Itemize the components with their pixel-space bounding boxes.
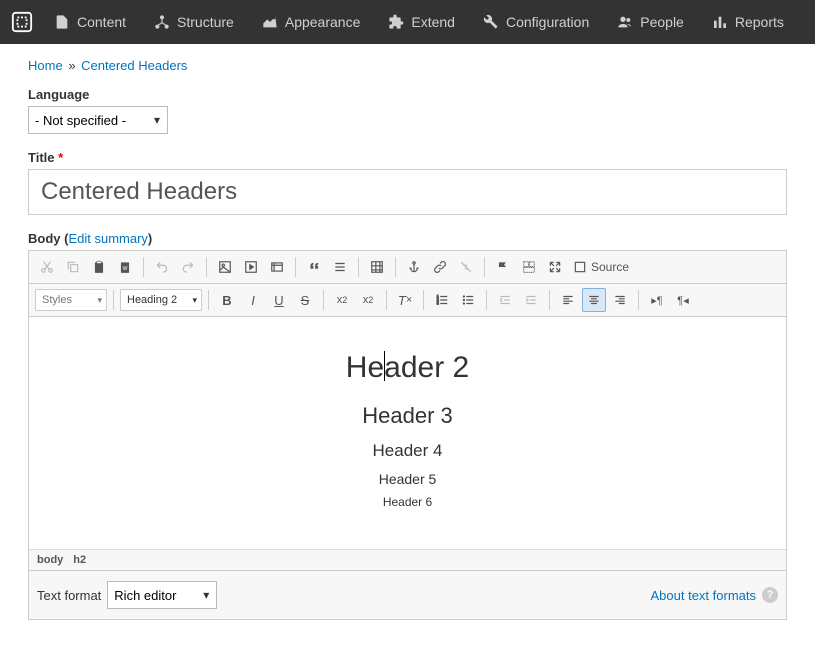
nav-extend[interactable]: Extend — [374, 0, 469, 44]
nav-configuration[interactable]: Configuration — [469, 0, 603, 44]
nav-label: Configuration — [506, 14, 589, 30]
hr-icon[interactable] — [328, 255, 352, 279]
breadcrumb: Home » Centered Headers — [28, 58, 787, 73]
body-field: Body (Edit summary) W — [28, 231, 787, 620]
paste-word-icon[interactable]: W — [113, 255, 137, 279]
path-body[interactable]: body — [37, 554, 63, 566]
help-icon[interactable]: ? — [762, 587, 778, 603]
nav-appearance[interactable]: Appearance — [248, 0, 375, 44]
nav-label: Reports — [735, 14, 784, 30]
svg-text:3: 3 — [437, 302, 439, 306]
strike-icon[interactable]: S — [293, 288, 317, 312]
title-label: Title * — [28, 150, 787, 165]
language-label: Language — [28, 87, 787, 102]
media-icon[interactable] — [265, 255, 289, 279]
italic-icon[interactable]: I — [241, 288, 265, 312]
align-center-icon[interactable] — [582, 288, 606, 312]
blockquote-icon[interactable] — [302, 255, 326, 279]
edit-summary-link[interactable]: Edit summary — [68, 231, 147, 246]
language-select[interactable]: - Not specified - — [28, 106, 168, 134]
nav-label: People — [640, 14, 684, 30]
paste-icon[interactable] — [87, 255, 111, 279]
nav-label: Extend — [411, 14, 455, 30]
heading-6[interactable]: Header 6 — [49, 495, 766, 509]
heading-3[interactable]: Header 3 — [49, 403, 766, 429]
rtl-icon[interactable]: ¶◂ — [671, 288, 695, 312]
nav-structure[interactable]: Structure — [140, 0, 248, 44]
editor-element-path: body h2 — [29, 549, 786, 570]
maximize-icon[interactable] — [543, 255, 567, 279]
align-right-icon[interactable] — [608, 288, 632, 312]
breadcrumb-sep: » — [68, 58, 75, 73]
nav-label: Appearance — [285, 14, 361, 30]
superscript-icon[interactable]: x2 — [356, 288, 380, 312]
breadcrumb-current[interactable]: Centered Headers — [81, 58, 187, 73]
remove-format-icon[interactable]: T× — [393, 288, 417, 312]
heading-5[interactable]: Header 5 — [49, 471, 766, 487]
editor-toolbar-1: W — [29, 251, 786, 284]
ltr-icon[interactable]: ▸¶ — [645, 288, 669, 312]
path-h2[interactable]: h2 — [73, 554, 86, 566]
image-icon[interactable] — [213, 255, 237, 279]
underline-icon[interactable]: U — [267, 288, 291, 312]
editor-content-area[interactable]: Header 2 Header 3 Header 4 Header 5 Head… — [29, 317, 786, 549]
breadcrumb-home[interactable]: Home — [28, 58, 63, 73]
rich-editor: W — [28, 250, 787, 620]
undo-icon[interactable] — [150, 255, 174, 279]
heading-4[interactable]: Header 4 — [49, 441, 766, 461]
outdent-icon[interactable] — [493, 288, 517, 312]
nav-label: Structure — [177, 14, 234, 30]
nav-content[interactable]: Content — [40, 0, 140, 44]
title-field: Title * — [28, 150, 787, 215]
language-field: Language - Not specified - — [28, 87, 787, 134]
showblocks-icon[interactable] — [517, 255, 541, 279]
text-format-row: Text format Rich editor About text forma… — [29, 570, 786, 619]
home-icon[interactable] — [4, 4, 40, 40]
numbered-list-icon[interactable]: 123 — [430, 288, 454, 312]
nav-people[interactable]: People — [603, 0, 698, 44]
bold-icon[interactable]: B — [215, 288, 239, 312]
align-left-icon[interactable] — [556, 288, 580, 312]
nav-reports[interactable]: Reports — [698, 0, 798, 44]
link-icon[interactable] — [428, 255, 452, 279]
text-format-label: Text format — [37, 588, 101, 603]
styles-select[interactable]: Styles — [35, 289, 107, 311]
format-select[interactable]: Heading 2 — [120, 289, 202, 311]
title-input[interactable] — [28, 169, 787, 215]
admin-toolbar: Content Structure Appearance Extend Conf… — [0, 0, 815, 44]
video-icon[interactable] — [239, 255, 263, 279]
editor-toolbar-2: Styles Heading 2 B I U S x2 x2 T× 123 — [29, 284, 786, 317]
redo-icon[interactable] — [176, 255, 200, 279]
unlink-icon[interactable] — [454, 255, 478, 279]
required-marker: * — [58, 150, 63, 165]
source-button[interactable]: Source — [569, 260, 633, 274]
about-text-formats-link[interactable]: About text formats — [651, 588, 757, 603]
anchor-icon[interactable] — [402, 255, 426, 279]
heading-2[interactable]: Header 2 — [346, 347, 469, 385]
text-format-select[interactable]: Rich editor — [107, 581, 217, 609]
subscript-icon[interactable]: x2 — [330, 288, 354, 312]
copy-icon[interactable] — [61, 255, 85, 279]
cut-icon[interactable] — [35, 255, 59, 279]
nav-label: Content — [77, 14, 126, 30]
bullet-list-icon[interactable] — [456, 288, 480, 312]
flag-icon[interactable] — [491, 255, 515, 279]
svg-text:W: W — [123, 266, 128, 272]
body-label: Body (Edit summary) — [28, 231, 787, 246]
indent-icon[interactable] — [519, 288, 543, 312]
table-icon[interactable] — [365, 255, 389, 279]
